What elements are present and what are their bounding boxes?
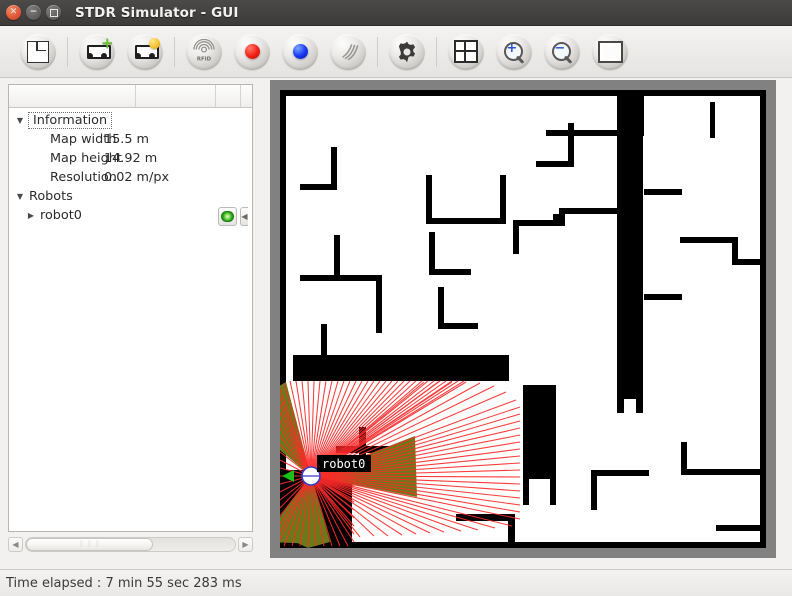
- tree-node-robot0[interactable]: ▶ robot0 ◀: [9, 206, 252, 226]
- rectangle-icon: [597, 40, 623, 63]
- adjust-view-button[interactable]: [588, 30, 632, 74]
- window-title: STDR Simulator - GUI: [75, 4, 239, 21]
- maximize-button[interactable]: [46, 5, 61, 20]
- chevron-down-icon[interactable]: ▼: [14, 116, 26, 125]
- scroll-left-arrow-icon[interactable]: ◀: [8, 537, 23, 552]
- tree-row-map-height[interactable]: Map height 14.92 m: [9, 149, 252, 168]
- tree-node-information-label: Information: [28, 112, 113, 129]
- minimize-button[interactable]: −: [26, 5, 41, 20]
- properties-button[interactable]: [385, 30, 429, 74]
- svg-text:robot0: robot0: [322, 457, 365, 471]
- zoom-in-button[interactable]: +: [492, 30, 536, 74]
- sound-icon: [337, 41, 359, 63]
- plus-badge-icon: +: [101, 33, 114, 52]
- eye-icon[interactable]: [218, 207, 237, 226]
- tree-row-resolution[interactable]: Resolution 0.02 m/px: [9, 168, 252, 187]
- scroll-track[interactable]: ⋮⋮⋮: [25, 537, 236, 552]
- toolbar-separator: [174, 36, 175, 67]
- add-co2-source-button[interactable]: [278, 30, 322, 74]
- add-sound-source-button[interactable]: [326, 30, 370, 74]
- map-frame: robot0: [270, 80, 776, 558]
- load-map-button[interactable]: [16, 30, 60, 74]
- tree-value-map-height: 14.92 m: [104, 151, 158, 166]
- tree-node-robot0-label: robot0: [40, 208, 82, 223]
- tree-header-col-2[interactable]: [136, 85, 216, 107]
- chevron-down-icon[interactable]: ▼: [14, 192, 26, 201]
- window-controls: ✕ −: [0, 5, 61, 20]
- toolbar-separator: [377, 36, 378, 67]
- title-bar: ✕ − STDR Simulator - GUI: [0, 0, 792, 26]
- grid-icon: [454, 40, 478, 63]
- scroll-thumb[interactable]: ⋮⋮⋮: [26, 538, 154, 551]
- tree-node-information[interactable]: ▼ Information: [9, 111, 252, 130]
- tree-row-map-width[interactable]: Map width 15.5 m: [9, 130, 252, 149]
- scroll-right-arrow-icon[interactable]: ▶: [238, 537, 253, 552]
- tree-key-map-height: Map height: [50, 151, 122, 166]
- tree-body: ▼ Information Map width 15.5 m Map heigh…: [9, 108, 252, 531]
- content-area: ▼ Information Map width 15.5 m Map heigh…: [0, 78, 792, 569]
- tree-node-robots[interactable]: ▼ Robots: [9, 187, 252, 206]
- tree-header-col-3[interactable]: [216, 85, 241, 107]
- gear-icon: [395, 40, 419, 64]
- tree-node-robots-label: Robots: [29, 189, 73, 204]
- robot-label: robot0: [317, 455, 371, 472]
- tree-key-map-width: Map width: [50, 132, 117, 147]
- map-icon: [27, 40, 49, 63]
- toolbar-separator: [67, 36, 68, 67]
- tree-header: [9, 85, 252, 108]
- yellow-dot-badge-icon: [149, 37, 160, 49]
- load-robot-button[interactable]: [123, 30, 167, 74]
- add-rfid-tag-button[interactable]: RFID: [182, 30, 226, 74]
- add-thermal-source-button[interactable]: [230, 30, 274, 74]
- zoom-in-icon: +: [502, 40, 526, 64]
- scroll-grip-icon: ⋮⋮⋮: [77, 540, 102, 548]
- rfid-icon: RFID: [191, 38, 217, 65]
- tree-key-resolution: Resolution: [50, 170, 117, 185]
- map-render: robot0: [280, 90, 766, 548]
- chevron-right-icon[interactable]: ▶: [25, 211, 37, 220]
- red-dot-icon: [244, 44, 260, 59]
- row-action-icon-partial[interactable]: ◀: [240, 207, 248, 226]
- sidebar: ▼ Information Map width 15.5 m Map heigh…: [0, 78, 262, 569]
- map-canvas[interactable]: robot0: [280, 90, 766, 548]
- svg-text:RFID: RFID: [197, 56, 212, 62]
- grid-toggle-button[interactable]: [444, 30, 488, 74]
- toolbar: + RFID + −: [0, 26, 792, 78]
- tree-row-actions: ◀: [218, 207, 248, 226]
- properties-tree[interactable]: ▼ Information Map width 15.5 m Map heigh…: [8, 84, 253, 532]
- main-window: ✕ − STDR Simulator - GUI + RFID + − ▼ In…: [0, 0, 792, 596]
- time-elapsed-label: Time elapsed : 7 min 55 sec 283 ms: [6, 575, 242, 591]
- status-bar: Time elapsed : 7 min 55 sec 283 ms: [0, 569, 792, 596]
- tree-header-col-1[interactable]: [9, 85, 136, 107]
- tree-value-map-width: 15.5 m: [104, 132, 150, 147]
- add-robot-button[interactable]: +: [75, 30, 119, 74]
- tree-horizontal-scrollbar[interactable]: ◀ ⋮⋮⋮ ▶: [8, 536, 253, 553]
- blue-dot-icon: [292, 44, 308, 59]
- zoom-out-icon: −: [550, 40, 574, 64]
- toolbar-separator: [436, 36, 437, 67]
- close-button[interactable]: ✕: [6, 5, 21, 20]
- tree-value-resolution: 0.02 m/px: [104, 170, 170, 185]
- map-panel: robot0: [262, 78, 792, 569]
- zoom-out-button[interactable]: −: [540, 30, 584, 74]
- tree-header-col-4[interactable]: [241, 85, 252, 107]
